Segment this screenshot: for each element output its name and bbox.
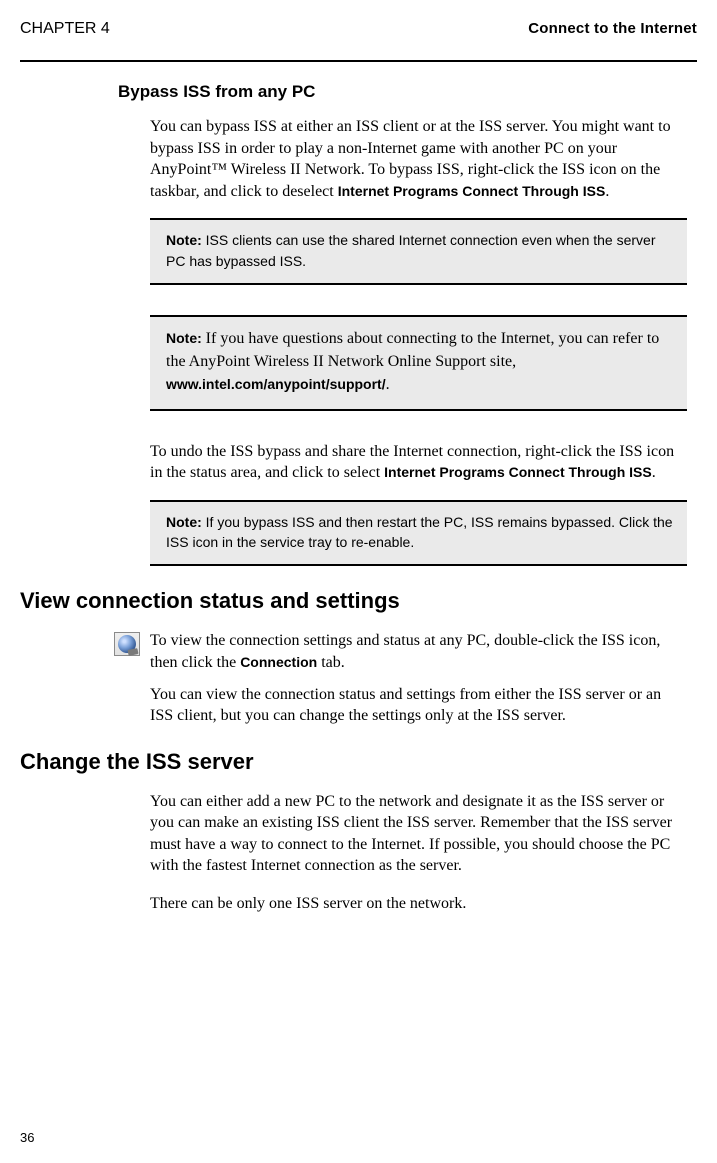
bold-text: Internet Programs Connect Through ISS	[384, 464, 652, 480]
paragraph-change-1: You can either add a new PC to the netwo…	[150, 791, 687, 877]
text: .	[605, 183, 609, 200]
content-column: To view the connection settings and stat…	[150, 630, 687, 726]
content-column: You can either add a new PC to the netwo…	[150, 791, 687, 915]
iss-icon-box	[114, 632, 140, 656]
iss-icon	[114, 632, 144, 656]
running-header: CHAPTER 4 Connect to the Internet	[20, 20, 697, 38]
content-column: You can bypass ISS at either an ISS clie…	[150, 116, 687, 566]
heading-change-iss: Change the ISS server	[20, 749, 697, 775]
note-label: Note:	[166, 232, 206, 248]
note-label: Note:	[166, 514, 206, 530]
icon-paragraph-row: To view the connection settings and stat…	[150, 630, 687, 683]
bold-text: Connection	[240, 654, 317, 670]
heading-bypass-iss: Bypass ISS from any PC	[118, 82, 697, 102]
header-rule	[20, 60, 697, 62]
text: .	[652, 464, 656, 481]
note-body-serif: .	[386, 376, 390, 393]
paragraph-view-note: You can view the connection status and s…	[150, 684, 687, 727]
heading-view-connection: View connection status and settings	[20, 588, 697, 614]
note-box-1: Note: ISS clients can use the shared Int…	[150, 218, 687, 285]
bold-text: Internet Programs Connect Through ISS	[338, 183, 606, 199]
chapter-label: CHAPTER 4	[20, 20, 110, 38]
page: CHAPTER 4 Connect to the Internet Bypass…	[0, 0, 717, 1163]
note-body: If you bypass ISS and then restart the P…	[166, 514, 673, 550]
note-text: Note: ISS clients can use the shared Int…	[166, 230, 673, 271]
header-title: Connect to the Internet	[528, 20, 697, 37]
text: To view the connection settings and stat…	[150, 632, 660, 671]
paragraph-view-intro: To view the connection settings and stat…	[150, 630, 687, 673]
paragraph-undo-bypass: To undo the ISS bypass and share the Int…	[150, 441, 687, 484]
note-label: Note:	[166, 330, 206, 346]
text: tab.	[317, 654, 345, 671]
globe-mouse-icon	[118, 635, 136, 653]
note-body-bold: www.intel.com/anypoint/support/	[166, 376, 386, 392]
note-body-serif: If you have questions about connecting t…	[166, 330, 659, 370]
paragraph-bypass-intro: You can bypass ISS at either an ISS clie…	[150, 116, 687, 202]
note-text: Note: If you have questions about connec…	[166, 327, 673, 397]
paragraph-change-2: There can be only one ISS server on the …	[150, 893, 687, 915]
note-text: Note: If you bypass ISS and then restart…	[166, 512, 673, 553]
note-body: ISS clients can use the shared Internet …	[166, 232, 656, 268]
note-box-3: Note: If you bypass ISS and then restart…	[150, 500, 687, 567]
page-number: 36	[20, 1130, 34, 1145]
note-box-2: Note: If you have questions about connec…	[150, 315, 687, 411]
